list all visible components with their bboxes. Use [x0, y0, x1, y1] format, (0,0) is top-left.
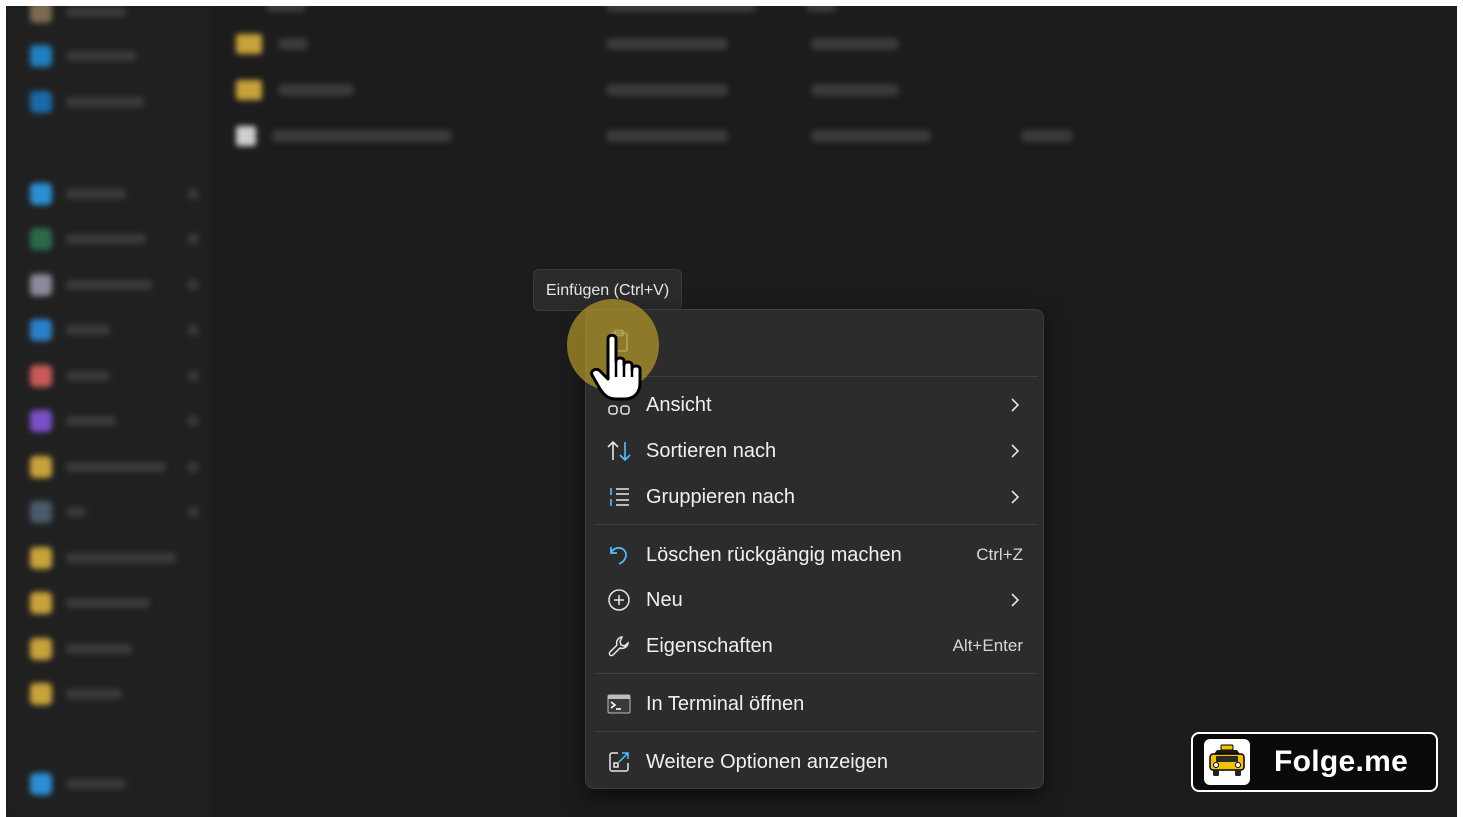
folder-icon: [30, 592, 52, 614]
watermark-text: Folge.me: [1274, 745, 1409, 778]
file-row[interactable]: [236, 32, 278, 56]
context-menu: Ansicht Sortieren nach Gruppieren nach L…: [585, 309, 1044, 789]
sidebar-item[interactable]: [30, 772, 126, 796]
folder-icon: [30, 683, 52, 705]
menu-item-view[interactable]: Ansicht: [592, 384, 1037, 426]
file-row[interactable]: [236, 78, 278, 102]
sidebar-item[interactable]: [30, 682, 122, 706]
menu-item-label: Ansicht: [646, 393, 712, 416]
cloud-icon: [30, 45, 52, 67]
menu-item-label: Neu: [646, 588, 683, 611]
sidebar-item[interactable]: [30, 273, 152, 297]
pin-icon: [188, 507, 198, 517]
menu-item-new[interactable]: Neu: [592, 579, 1037, 621]
folder-icon: [236, 80, 262, 100]
folder-icon: [236, 34, 262, 54]
menu-item-label: Sortieren nach: [646, 439, 777, 462]
menu-item-label: Weitere Optionen anzeigen: [646, 750, 889, 773]
sidebar-item[interactable]: [30, 44, 136, 68]
watermark-badge: Folge.me: [1191, 732, 1438, 792]
menu-item-label: Gruppieren nach: [646, 485, 795, 508]
sidebar-item[interactable]: [30, 455, 166, 479]
pin-icon: [188, 325, 198, 335]
sidebar-item[interactable]: [30, 182, 126, 206]
navigation-pane: [6, 6, 208, 817]
group-by-icon: [606, 484, 632, 510]
new-plus-icon: [606, 587, 632, 613]
drive-icon: [30, 501, 52, 523]
cloud-icon: [30, 91, 52, 113]
menu-separator: [594, 524, 1038, 525]
menu-item-undo-delete[interactable]: Löschen rückgängig machen Ctrl+Z: [592, 534, 1037, 576]
document-icon: [30, 274, 52, 296]
sidebar-item[interactable]: [30, 500, 86, 524]
menu-item-label: Eigenschaften: [646, 634, 773, 657]
chevron-right-icon: [1005, 487, 1025, 507]
menu-item-group-by[interactable]: Gruppieren nach: [592, 476, 1037, 518]
pin-icon: [188, 234, 198, 244]
undo-icon: [606, 542, 632, 568]
sidebar-item[interactable]: [30, 409, 116, 433]
folder-icon: [30, 6, 52, 23]
sidebar-item[interactable]: [30, 318, 110, 342]
menu-separator: [594, 731, 1038, 732]
menu-item-properties[interactable]: Eigenschaften Alt+Enter: [592, 625, 1037, 667]
sidebar-item[interactable]: [30, 90, 144, 114]
folder-icon: [30, 547, 52, 569]
sort-icon: [606, 438, 632, 464]
pictures-icon: [30, 319, 52, 341]
file-icon: [236, 126, 256, 146]
menu-item-open-terminal[interactable]: In Terminal öffnen: [592, 683, 1037, 725]
folder-icon: [30, 456, 52, 478]
shortcut-text: Ctrl+Z: [976, 545, 1023, 564]
menu-separator: [594, 673, 1038, 674]
pc-icon: [30, 773, 52, 795]
chevron-right-icon: [1005, 441, 1025, 461]
taxi-logo-icon: [1204, 739, 1250, 785]
sidebar-item[interactable]: [30, 227, 146, 251]
menu-item-sort-by[interactable]: Sortieren nach: [592, 430, 1037, 472]
sidebar-item[interactable]: [30, 364, 110, 388]
more-options-icon: [606, 749, 632, 775]
pin-icon: [188, 462, 198, 472]
download-icon: [30, 228, 52, 250]
sidebar-item[interactable]: [30, 591, 150, 615]
shortcut-text: Alt+Enter: [952, 636, 1023, 655]
pin-icon: [188, 189, 198, 199]
pin-icon: [188, 280, 198, 290]
menu-item-more-options[interactable]: Weitere Optionen anzeigen: [592, 741, 1037, 783]
file-row[interactable]: [236, 124, 272, 148]
terminal-icon: [606, 691, 632, 717]
wrench-icon: [606, 633, 632, 659]
folder-icon: [30, 638, 52, 660]
chevron-right-icon: [1005, 590, 1025, 610]
music-icon: [30, 365, 52, 387]
sidebar-item[interactable]: [30, 637, 132, 661]
menu-item-label: In Terminal öffnen: [646, 692, 805, 715]
menu-item-label: Löschen rückgängig machen: [646, 543, 902, 566]
hand-cursor-icon: [588, 331, 648, 408]
pin-icon: [188, 371, 198, 381]
desktop-icon: [30, 183, 52, 205]
sidebar-item[interactable]: [30, 6, 126, 24]
file-list: [226, 6, 1226, 206]
pin-icon: [188, 416, 198, 426]
sidebar-item[interactable]: [30, 546, 176, 570]
menu-separator: [594, 376, 1038, 377]
chevron-right-icon: [1005, 395, 1025, 415]
videos-icon: [30, 410, 52, 432]
